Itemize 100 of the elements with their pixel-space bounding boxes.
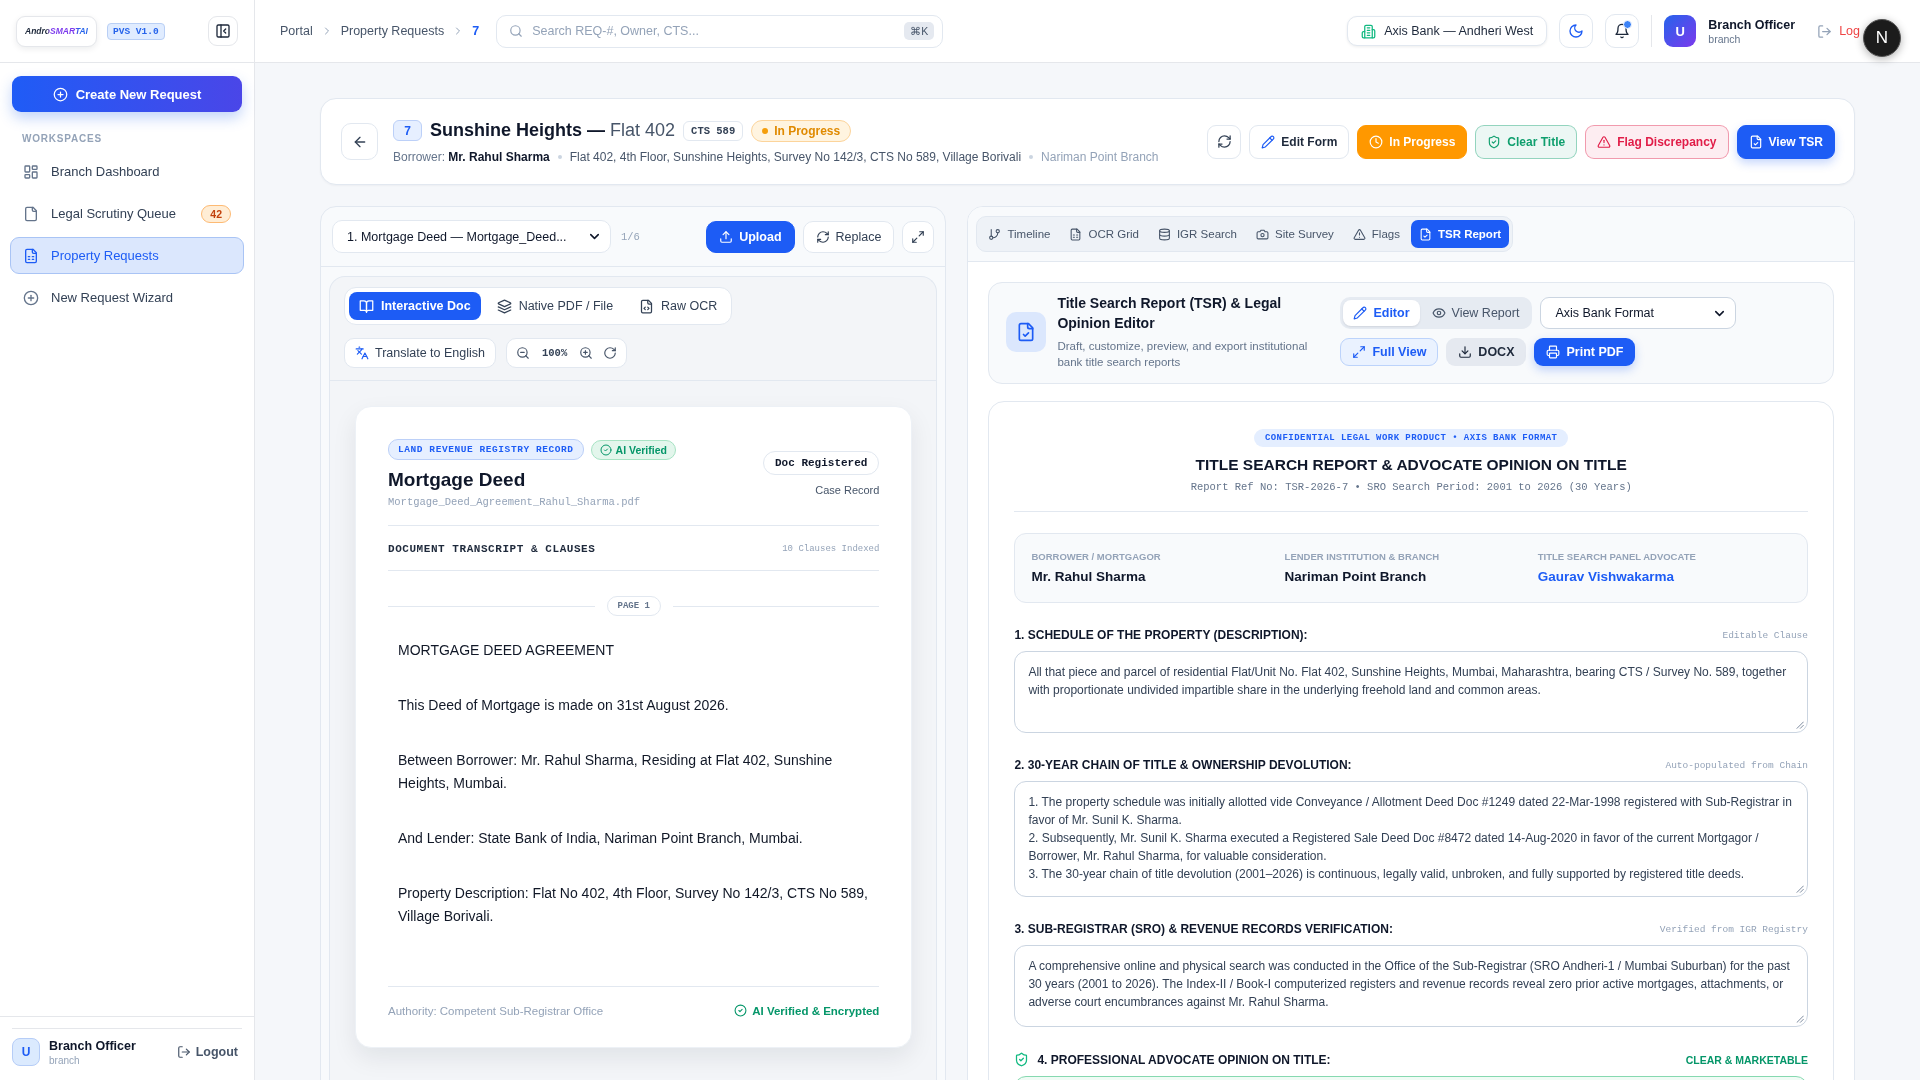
sidebar-panel-icon [215, 23, 231, 39]
view-tsr-button[interactable]: View TSR [1736, 124, 1835, 159]
expand-button[interactable] [902, 220, 935, 253]
refresh-button[interactable] [1207, 124, 1242, 159]
file-name: Mortgage_Deed_Agreement_Rahul_Sharma.pdf [388, 496, 642, 508]
advocate-link[interactable]: Gaurav Vishwakarma [1537, 569, 1791, 584]
create-request-button[interactable]: Create New Request [12, 76, 242, 112]
request-id-badge: 7 [393, 120, 422, 141]
docx-button[interactable]: DOCX [1446, 338, 1527, 366]
brand-logo[interactable]: AndroSMARTAI [16, 15, 97, 47]
detail-tab[interactable]: OCR Grid [1061, 220, 1147, 248]
spreadsheet-document-icon [1069, 227, 1083, 241]
section-note: Auto-populated from Chain [1665, 759, 1808, 771]
detail-tab[interactable]: TSR Report [1410, 220, 1510, 248]
authority-text: Authority: Competent Sub-Registrar Office [388, 1004, 604, 1017]
view-tab[interactable]: Native PDF / File [486, 292, 624, 320]
transcript-paragraph: And Lender: State Bank of India, Nariman Point Branch, Mumbai. [398, 829, 804, 848]
clock-icon [1369, 134, 1384, 149]
back-button[interactable] [341, 123, 378, 160]
detail-tab[interactable]: Site Survey [1248, 220, 1342, 248]
user-name: Branch Officer [49, 1038, 136, 1053]
sidebar-item[interactable]: Property Requests [10, 237, 244, 274]
borrower-text: Borrower: Mr. Rahul Sharma [393, 149, 550, 164]
user-avatar: U [12, 1038, 40, 1066]
notifications-button[interactable] [1605, 14, 1640, 48]
breadcrumb-link[interactable]: 7 [472, 24, 480, 38]
detail-tab[interactable]: IGR Search [1149, 220, 1245, 248]
upload-icon [719, 229, 734, 244]
replace-button[interactable]: Replace [802, 220, 895, 253]
section-note: Verified from IGR Registry [1659, 923, 1808, 935]
separator-dot-icon [1029, 154, 1034, 159]
refresh-icon [1216, 134, 1232, 149]
document-icon [23, 205, 39, 222]
expand-icon [911, 229, 926, 244]
section-label: WORKSPACES [22, 133, 104, 144]
upload-button[interactable]: Upload [706, 220, 795, 253]
spreadsheet-document-icon [23, 247, 39, 264]
detail-tab[interactable]: Timeline [980, 220, 1059, 248]
property-title: Sunshine Heights — [430, 120, 606, 141]
user-avatar[interactable]: U [1664, 15, 1697, 47]
zoom-in-icon[interactable] [579, 346, 594, 360]
clause-text-field[interactable]: A comprehensive online and physical search was conducted in the Office of the Sub-Registrar (SRO Andheri-1 / Mumbai Suburban) for the past 30 years (2001 to 2026). The Index-II / Book-I computerized registers and revenue records reveal zero prior active mortgages, attachments, or adverse court encumbrances against Mr. Rahul Sharma. [1014, 945, 1808, 1027]
address-text: Flat 402, 4th Floor, Sunshine Heights, Survey No 142/3, CTS No 589, Village Borivali [569, 149, 1022, 164]
logout-button[interactable]: Logout [172, 1045, 242, 1059]
sidebar-item-label: Branch Dashboard [51, 164, 160, 179]
reset-rotate-icon[interactable] [603, 346, 618, 360]
sidebar-item-label: New Request Wizard [51, 290, 174, 305]
category-tag: LAND REVENUE REGISTRY RECORD [388, 439, 584, 460]
zoom-out-icon[interactable] [516, 346, 530, 360]
document-check-icon [1748, 134, 1763, 149]
verification-text: AI Verified & Encrypted [752, 1004, 880, 1017]
party-label: TITLE SEARCH PANEL ADVOCATE [1537, 551, 1697, 562]
warning-triangle-icon [1597, 134, 1612, 149]
building-icon [1361, 23, 1377, 39]
status-text: In Progress [774, 123, 841, 138]
sidebar-item[interactable]: New Request Wizard [10, 279, 244, 316]
party-label: BORROWER / MORTGAGOR [1031, 551, 1162, 562]
mode-tab[interactable]: Editor [1343, 300, 1420, 326]
sidebar-item[interactable]: Legal Scrutiny Queue 42 [10, 195, 244, 232]
detail-tab[interactable]: Flags [1344, 220, 1408, 248]
print-pdf-button[interactable]: Print PDF [1534, 338, 1636, 366]
search-field[interactable]: Search REQ-#, Owner, CTS... ⌘K [496, 14, 944, 48]
theme-toggle-button[interactable] [1559, 14, 1594, 48]
section-heading: 4. PROFESSIONAL ADVOCATE OPINION ON TITLE: [1037, 1052, 1331, 1067]
full-view-button[interactable]: Full View [1340, 338, 1439, 366]
document-check-icon [1418, 227, 1432, 241]
format-select[interactable]: Axis Bank Format [1540, 297, 1737, 329]
branch-icon [988, 227, 1002, 241]
refresh-icon [815, 229, 830, 244]
document-check-icon [1006, 311, 1047, 352]
collapse-sidebar-button[interactable] [208, 16, 238, 46]
document-select[interactable]: 1. Mortgage Deed — Mortgage_Deed... [332, 220, 611, 253]
transcript-paragraph: MORTGAGE DEED AGREEMENT [398, 641, 615, 660]
section-note: Editable Clause [1722, 629, 1808, 641]
breadcrumb-link[interactable]: Property Requests [340, 24, 445, 38]
section-heading: 1. SCHEDULE OF THE PROPERTY (DESCRIPTION): [1014, 628, 1308, 642]
clause-text-field[interactable]: 1. The property schedule was initially allotted vide Conveyance / Allotment Deed Doc #1249 dated 22-Mar-1998 registered with Sub-Registrar in favor of Mr. Sunil K. Sharma. 2. Subsequently, Mr. Sunil K. Sharma executed a Registered Sale Deed Doc #8472 dated 14-Aug-2020 in favor of the current Mortgagor / Borrower, Mr. Rahul Sharma, for valuable consideration. 3. The 30-year chain of title devolution (2001–2026) is continuous, legally valid, unbroken, and fully supported by registered title deeds. [1014, 781, 1808, 897]
translate-button[interactable]: Translate to English [344, 338, 496, 368]
clause-text-field[interactable]: All that piece and parcel of residential Flat/Unit No. Flat 402, Sunshine Heights, Mumbai, Maharashtra, bearing CTS / Survey No. 589, together with proportionate undivided impartible share in the underlying freehold land and common areas. [1014, 651, 1808, 733]
breadcrumb-link[interactable]: Portal [280, 24, 313, 38]
report-reference: Report Ref No: TSR-2026-7 • SRO Search Period: 2001 to 2026 (30 Years) [1190, 481, 1632, 493]
eye-icon [1431, 306, 1446, 320]
moon-icon [1568, 23, 1585, 39]
unit-label: Flat 402 [610, 120, 676, 141]
transcript-heading: DOCUMENT TRANSCRIPT & CLAUSES [388, 543, 596, 555]
party-value: Mr. Rahul Sharma [1031, 569, 1147, 584]
registration-stamp: Doc Registered [763, 451, 880, 475]
mode-tab[interactable]: View Report [1421, 300, 1530, 326]
download-icon [1458, 345, 1473, 359]
view-tab[interactable]: Raw OCR [629, 292, 728, 320]
edit-form-button[interactable]: Edit Form [1249, 124, 1350, 159]
view-tab[interactable]: Interactive Doc [349, 292, 481, 320]
user-role: branch [49, 1054, 81, 1066]
logout-button[interactable]: Log [1817, 23, 1860, 39]
branch-selector[interactable]: Axis Bank — Andheri West [1347, 16, 1548, 46]
flag-discrepancy-button[interactable]: Flag Discrepancy [1585, 124, 1729, 159]
status-dot-icon [762, 127, 769, 134]
transcript-paragraph: Property Description: Flat No 402, 4th Floor, Survey No 142/3, CTS No 589, Village Borivali. [398, 884, 869, 926]
camera-icon [1256, 227, 1269, 241]
sidebar-item[interactable]: Branch Dashboard [10, 153, 244, 190]
